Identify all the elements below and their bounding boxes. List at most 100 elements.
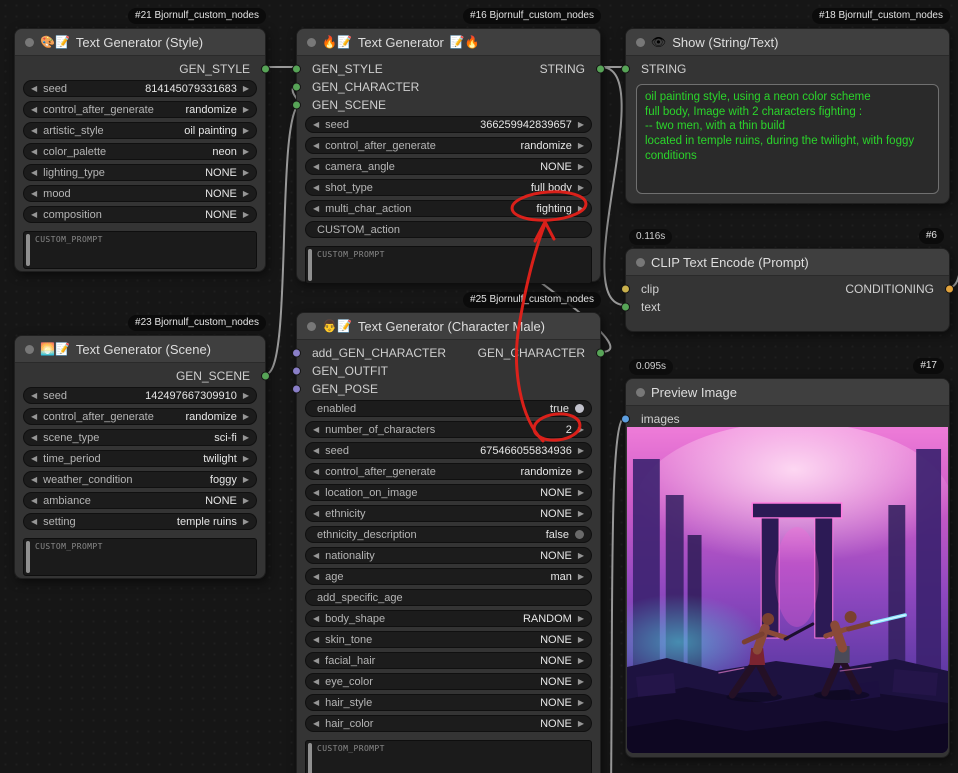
decrement-icon[interactable]: ◀ <box>31 434 37 442</box>
decrement-icon[interactable]: ◀ <box>31 169 37 177</box>
increment-icon[interactable]: ▶ <box>243 85 249 93</box>
increment-icon[interactable]: ▶ <box>243 413 249 421</box>
increment-icon[interactable]: ▶ <box>243 392 249 400</box>
increment-icon[interactable]: ▶ <box>578 163 584 171</box>
output-port-gen-style[interactable] <box>261 65 270 74</box>
output-port-gen-character[interactable] <box>596 349 605 358</box>
decrement-icon[interactable]: ◀ <box>31 497 37 505</box>
decrement-icon[interactable]: ◀ <box>313 184 319 192</box>
widget-control-after-generate[interactable]: ◀ control_after_generate randomize ▶ <box>305 463 592 480</box>
widget-body-shape[interactable]: ◀ body_shape RANDOM ▶ <box>305 610 592 627</box>
collapse-toggle[interactable] <box>25 38 34 47</box>
widget-age[interactable]: ◀ age man ▶ <box>305 568 592 585</box>
decrement-icon[interactable]: ◀ <box>31 148 37 156</box>
widget-ambiance[interactable]: ◀ ambiance NONE ▶ <box>23 492 257 509</box>
collapse-toggle[interactable] <box>307 322 316 331</box>
decrement-icon[interactable]: ◀ <box>31 211 37 219</box>
input-port-images[interactable] <box>621 415 630 424</box>
decrement-icon[interactable]: ◀ <box>313 426 319 434</box>
input-port-gen-scene[interactable] <box>292 101 301 110</box>
decrement-icon[interactable]: ◀ <box>313 720 319 728</box>
increment-icon[interactable]: ▶ <box>578 552 584 560</box>
increment-icon[interactable]: ▶ <box>243 497 249 505</box>
widget-setting[interactable]: ◀ setting temple ruins ▶ <box>23 513 257 530</box>
widget-control-after-generate[interactable]: ◀ control_after_generate randomize ▶ <box>305 137 592 154</box>
input-port-text[interactable] <box>621 303 630 312</box>
custom-prompt-textarea[interactable]: CUSTOM_PROMPT <box>305 246 592 284</box>
decrement-icon[interactable]: ◀ <box>313 573 319 581</box>
node-graph-canvas[interactable]: #21 Bjornulf_custom_nodes #16 Bjornulf_c… <box>0 0 958 773</box>
custom-prompt-textarea[interactable]: CUSTOM_PROMPT <box>23 231 257 269</box>
decrement-icon[interactable]: ◀ <box>313 447 319 455</box>
widget-seed[interactable]: ◀ seed 675466055834936 ▶ <box>305 442 592 459</box>
node-title-bar[interactable]: 🎨📝 Text Generator (Style) <box>15 29 265 56</box>
decrement-icon[interactable]: ◀ <box>31 413 37 421</box>
output-port-gen-scene[interactable] <box>261 372 270 381</box>
widget-enabled[interactable]: enabled true <box>305 400 592 417</box>
widget-add-specific-age[interactable]: add_specific_age <box>305 589 592 606</box>
decrement-icon[interactable]: ◀ <box>31 518 37 526</box>
decrement-icon[interactable]: ◀ <box>313 552 319 560</box>
increment-icon[interactable]: ▶ <box>578 573 584 581</box>
widget-eye-color[interactable]: ◀ eye_color NONE ▶ <box>305 673 592 690</box>
widget-seed[interactable]: ◀ seed 814145079331683 ▶ <box>23 80 257 97</box>
textarea-scrollbar[interactable] <box>26 541 30 573</box>
widget-number-of-characters[interactable]: ◀ number_of_characters 2 ▶ <box>305 421 592 438</box>
decrement-icon[interactable]: ◀ <box>313 657 319 665</box>
increment-icon[interactable]: ▶ <box>243 476 249 484</box>
collapse-toggle[interactable] <box>636 258 645 267</box>
widget-hair-color[interactable]: ◀ hair_color NONE ▶ <box>305 715 592 732</box>
increment-icon[interactable]: ▶ <box>243 455 249 463</box>
increment-icon[interactable]: ▶ <box>578 657 584 665</box>
widget-custom-action[interactable]: CUSTOM_action <box>305 221 592 238</box>
decrement-icon[interactable]: ◀ <box>31 455 37 463</box>
decrement-icon[interactable]: ◀ <box>313 142 319 150</box>
widget-seed[interactable]: ◀ seed 366259942839657 ▶ <box>305 116 592 133</box>
decrement-icon[interactable]: ◀ <box>31 106 37 114</box>
increment-icon[interactable]: ▶ <box>243 211 249 219</box>
collapse-toggle[interactable] <box>307 38 316 47</box>
increment-icon[interactable]: ▶ <box>243 434 249 442</box>
collapse-toggle[interactable] <box>636 388 645 397</box>
increment-icon[interactable]: ▶ <box>578 205 584 213</box>
node-title-bar[interactable]: 🌅📝 Text Generator (Scene) <box>15 336 265 363</box>
decrement-icon[interactable]: ◀ <box>313 163 319 171</box>
widget-composition[interactable]: ◀ composition NONE ▶ <box>23 206 257 223</box>
widget-ethnicity-description[interactable]: ethnicity_description false <box>305 526 592 543</box>
decrement-icon[interactable]: ◀ <box>313 510 319 518</box>
increment-icon[interactable]: ▶ <box>578 615 584 623</box>
widget-location-on-image[interactable]: ◀ location_on_image NONE ▶ <box>305 484 592 501</box>
widget-color-palette[interactable]: ◀ color_palette neon ▶ <box>23 143 257 160</box>
input-port-add-gen-character[interactable] <box>292 349 301 358</box>
increment-icon[interactable]: ▶ <box>243 148 249 156</box>
increment-icon[interactable]: ▶ <box>578 121 584 129</box>
increment-icon[interactable]: ▶ <box>578 510 584 518</box>
node-title-bar[interactable]: CLIP Text Encode (Prompt) <box>626 249 949 276</box>
widget-ethnicity[interactable]: ◀ ethnicity NONE ▶ <box>305 505 592 522</box>
custom-prompt-textarea[interactable]: CUSTOM_PROMPT <box>305 740 592 773</box>
widget-skin-tone[interactable]: ◀ skin_tone NONE ▶ <box>305 631 592 648</box>
textarea-scrollbar[interactable] <box>308 249 312 281</box>
input-port-gen-character[interactable] <box>292 83 301 92</box>
widget-facial-hair[interactable]: ◀ facial_hair NONE ▶ <box>305 652 592 669</box>
node-title-bar[interactable]: Preview Image <box>626 379 949 406</box>
increment-icon[interactable]: ▶ <box>578 678 584 686</box>
input-port-gen-pose[interactable] <box>292 385 301 394</box>
node-title-bar[interactable]: 👨📝 Text Generator (Character Male) <box>297 313 600 340</box>
custom-prompt-textarea[interactable]: CUSTOM_PROMPT <box>23 538 257 576</box>
decrement-icon[interactable]: ◀ <box>31 127 37 135</box>
node-title-bar[interactable]: 👁 Show (String/Text) <box>626 29 949 56</box>
decrement-icon[interactable]: ◀ <box>31 85 37 93</box>
decrement-icon[interactable]: ◀ <box>313 615 319 623</box>
increment-icon[interactable]: ▶ <box>243 518 249 526</box>
widget-lighting-type[interactable]: ◀ lighting_type NONE ▶ <box>23 164 257 181</box>
widget-shot-type[interactable]: ◀ shot_type full body ▶ <box>305 179 592 196</box>
increment-icon[interactable]: ▶ <box>243 169 249 177</box>
toggle-knob[interactable] <box>575 530 584 539</box>
input-port-gen-style[interactable] <box>292 65 301 74</box>
widget-control-after-generate[interactable]: ◀ control_after_generate randomize ▶ <box>23 101 257 118</box>
increment-icon[interactable]: ▶ <box>578 142 584 150</box>
decrement-icon[interactable]: ◀ <box>31 190 37 198</box>
node-show-string-text[interactable]: 👁 Show (String/Text) STRING oil painting… <box>625 28 950 204</box>
increment-icon[interactable]: ▶ <box>578 699 584 707</box>
